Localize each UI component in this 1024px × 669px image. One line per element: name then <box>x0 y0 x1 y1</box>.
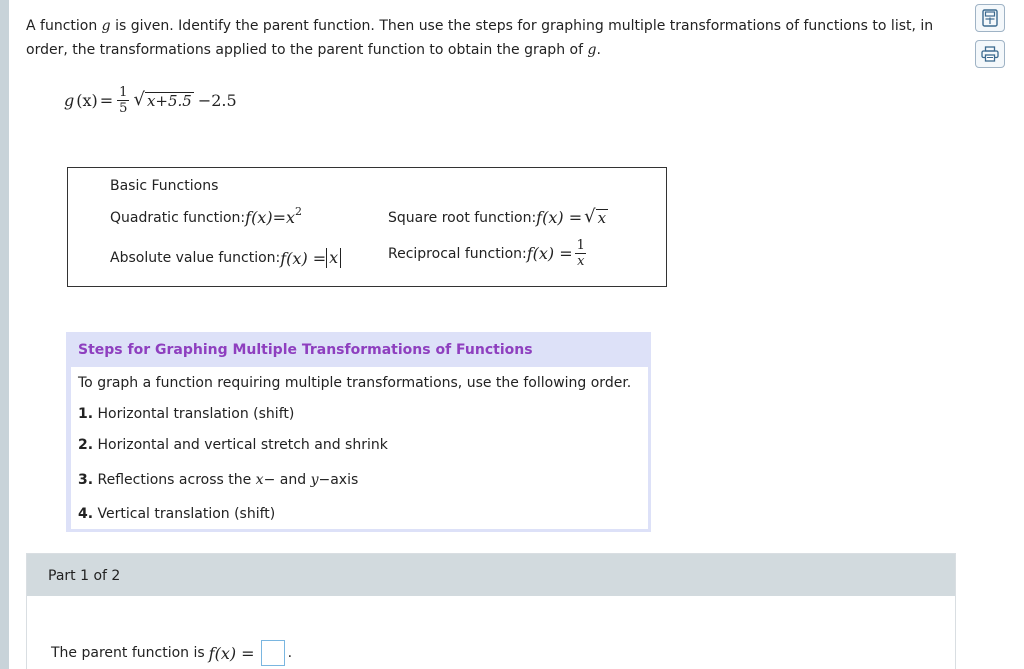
step-item: 4. Vertical translation (shift) <box>78 506 276 522</box>
question-text: A function g is given. Identify the pare… <box>26 18 934 58</box>
steps-body: To graph a function requiring multiple t… <box>71 367 648 529</box>
step-item: 3. Reflections across the x− and y−axis <box>78 472 359 488</box>
part-label: Part 1 of 2 <box>48 568 121 584</box>
part-panel: Part 1 of 2 The parent function is f(x) … <box>26 553 956 669</box>
quadratic-function: Quadratic function: f(x)=x 2 <box>110 205 302 227</box>
reciprocal-function: Reciprocal function: f(x) = 1x <box>388 238 587 269</box>
steps-intro: To graph a function requiring multiple t… <box>78 375 632 391</box>
function-definition: g (x) = 1 5 √ x+5.5 −2.5 <box>64 84 237 116</box>
steps-header: Steps for Graphing Multiple Transformati… <box>78 342 533 358</box>
print-icon[interactable] <box>975 40 1005 68</box>
calculator-icon[interactable] <box>975 4 1005 32</box>
steps-panel: Steps for Graphing Multiple Transformati… <box>66 332 651 532</box>
fraction: 1 5 <box>117 84 130 116</box>
part-header: Part 1 of 2 <box>27 554 955 596</box>
basic-functions-title: Basic Functions <box>110 178 219 194</box>
basic-functions-box: Basic Functions Quadratic function: f(x)… <box>67 167 667 287</box>
square-root: √ x+5.5 <box>133 88 194 110</box>
side-toolbar <box>966 0 1024 669</box>
answer-input[interactable] <box>260 640 285 666</box>
step-item: 1. Horizontal translation (shift) <box>78 406 295 422</box>
absolute-value-function: Absolute value function: f(x) = x <box>110 248 342 268</box>
answer-row: The parent function is f(x) = . <box>51 640 292 666</box>
step-item: 2. Horizontal and vertical stretch and s… <box>78 437 388 453</box>
square-root-function: Square root function: f(x) = √ x <box>388 206 609 227</box>
